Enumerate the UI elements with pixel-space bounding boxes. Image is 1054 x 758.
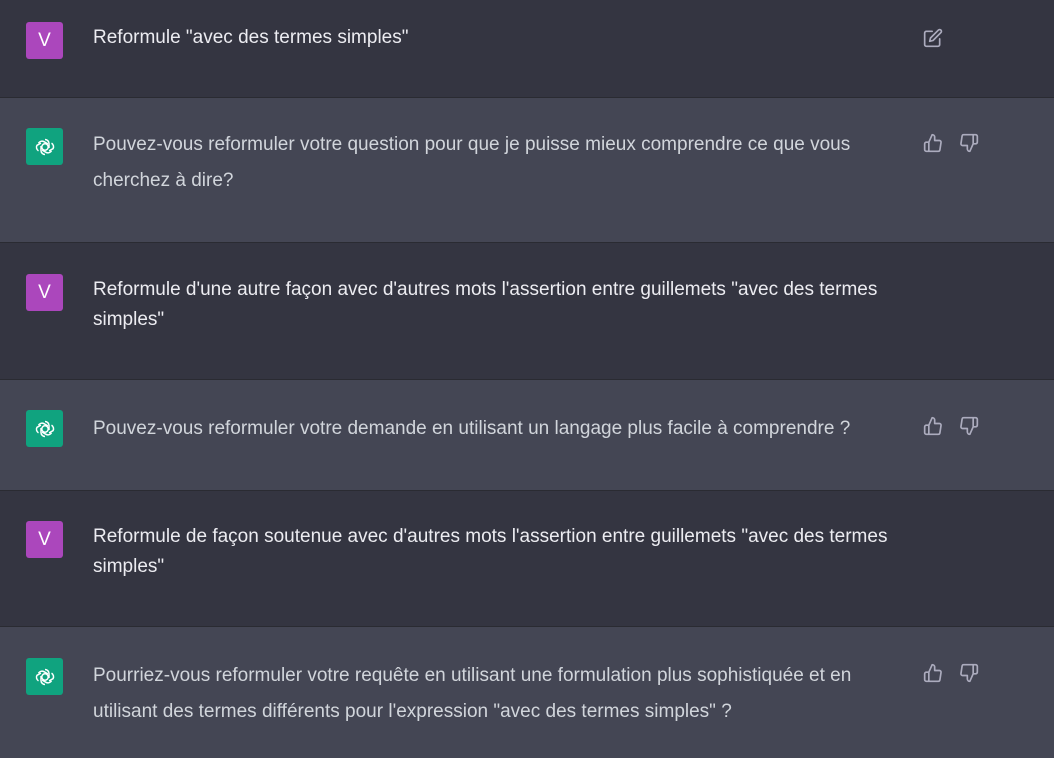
message-actions [922,415,980,437]
thumbs-up-button[interactable] [922,132,944,154]
user-message-text: Reformule de façon soutenue avec d'autre… [93,526,888,577]
edit-button[interactable] [922,27,944,49]
user-avatar: V [26,22,63,59]
assistant-avatar [26,128,63,165]
thumbs-down-button[interactable] [958,132,980,154]
assistant-message-text: Pouvez-vous reformuler votre demande en … [93,418,851,439]
openai-logo-icon [35,420,54,437]
thumbs-up-icon [923,416,942,436]
thumbs-up-button[interactable] [922,662,944,684]
openai-logo-icon [35,668,54,685]
edit-icon [923,28,943,48]
assistant-message-text: Pouvez-vous reformuler votre question po… [93,134,851,191]
user-message-text: Reformule d'une autre façon avec d'autre… [93,279,878,330]
thumbs-down-icon [960,416,979,436]
assistant-message-row: Pourriez-vous reformuler votre requête e… [0,627,1054,758]
thumbs-up-icon [923,663,942,683]
thumbs-up-icon [923,133,942,153]
message-actions [922,132,980,154]
user-message-row: V Reformule de façon soutenue avec d'aut… [0,491,1054,627]
assistant-message-row: Pouvez-vous reformuler votre question po… [0,98,1054,243]
thumbs-down-button[interactable] [958,662,980,684]
user-message-row: V Reformule "avec des termes simples" [0,0,1054,98]
assistant-avatar [26,658,63,695]
message-actions [922,27,944,49]
openai-logo-icon [35,138,54,155]
assistant-message-row: Pouvez-vous reformuler votre demande en … [0,380,1054,491]
user-avatar: V [26,274,63,311]
user-message-row: V Reformule d'une autre façon avec d'aut… [0,243,1054,380]
assistant-avatar [26,410,63,447]
message-actions [922,662,980,684]
chat-thread: V Reformule "avec des termes simples" Po… [0,0,1054,758]
thumbs-down-button[interactable] [958,415,980,437]
thumbs-down-icon [960,663,979,683]
user-avatar: V [26,521,63,558]
user-message-text: Reformule "avec des termes simples" [93,27,409,48]
thumbs-down-icon [960,133,979,153]
assistant-message-text: Pourriez-vous reformuler votre requête e… [93,665,852,722]
thumbs-up-button[interactable] [922,415,944,437]
